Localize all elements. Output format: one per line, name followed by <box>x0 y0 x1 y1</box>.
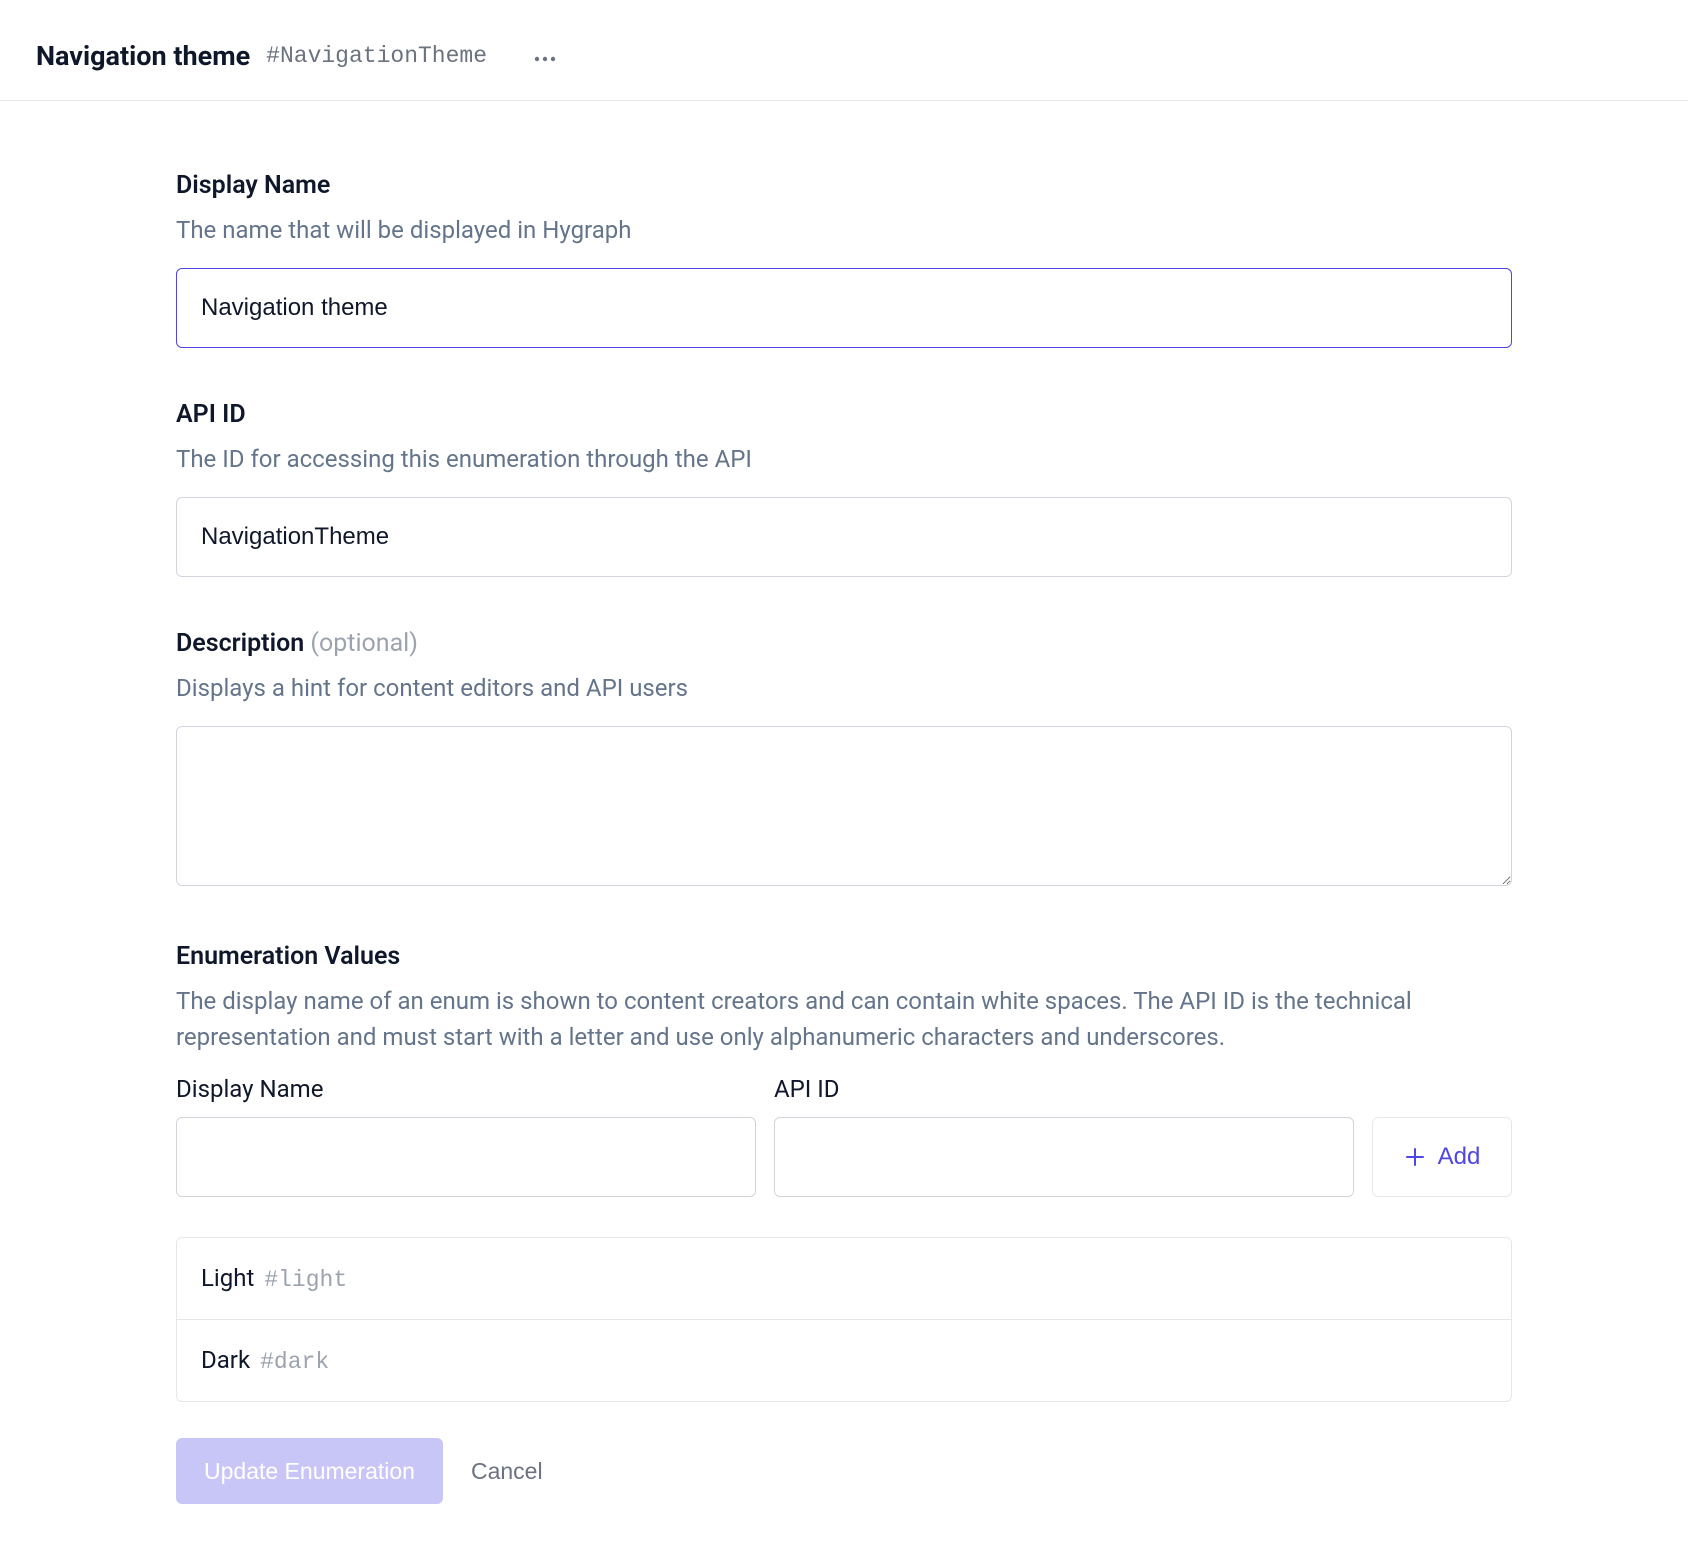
description-label-text: Description <box>176 629 310 658</box>
display-name-label: Display Name <box>176 171 1512 200</box>
enum-values-help: The display name of an enum is shown to … <box>176 983 1512 1055</box>
more-options-button[interactable] <box>531 42 559 70</box>
api-id-help: The ID for accessing this enumeration th… <box>176 441 1512 477</box>
field-description: Description (optional) Displays a hint f… <box>176 629 1512 890</box>
field-display-name: Display Name The name that will be displ… <box>176 171 1512 348</box>
form-content: Display Name The name that will be displ… <box>176 101 1512 1562</box>
add-enum-value-label: Add <box>1438 1143 1481 1171</box>
enum-inputs-row: Display Name API ID Add <box>176 1075 1512 1197</box>
enum-value-row[interactable]: Dark #dark <box>177 1320 1511 1401</box>
cancel-button[interactable]: Cancel <box>471 1458 543 1485</box>
enum-value-row[interactable]: Light #light <box>177 1238 1511 1320</box>
update-enumeration-button[interactable]: Update Enumeration <box>176 1438 443 1504</box>
display-name-input[interactable] <box>176 268 1512 348</box>
field-api-id: API ID The ID for accessing this enumera… <box>176 400 1512 577</box>
plus-icon <box>1404 1146 1426 1168</box>
enum-api-id-input[interactable] <box>774 1117 1354 1197</box>
form-actions: Update Enumeration Cancel <box>176 1438 1512 1504</box>
enum-value-id: #light <box>264 1267 347 1293</box>
enum-add-col: Add <box>1372 1075 1512 1197</box>
page-api-id-hash: #NavigationTheme <box>266 43 487 69</box>
enum-values-title: Enumeration Values <box>176 942 1512 971</box>
description-input[interactable] <box>176 726 1512 886</box>
description-help: Displays a hint for content editors and … <box>176 670 1512 706</box>
more-horizontal-icon <box>534 47 556 66</box>
api-id-input[interactable] <box>176 497 1512 577</box>
description-label: Description (optional) <box>176 629 1512 658</box>
enum-api-id-col: API ID <box>774 1075 1354 1197</box>
api-id-label: API ID <box>176 400 1512 429</box>
page-title: Navigation theme <box>36 40 250 72</box>
enum-api-id-col-label: API ID <box>774 1075 1354 1103</box>
enum-value-id: #dark <box>260 1349 329 1375</box>
description-optional-text: (optional) <box>310 629 418 658</box>
page-header: Navigation theme #NavigationTheme <box>0 0 1688 101</box>
display-name-help: The name that will be displayed in Hygra… <box>176 212 1512 248</box>
enum-value-name: Light <box>201 1264 254 1292</box>
enum-display-name-col: Display Name <box>176 1075 756 1197</box>
enum-display-name-col-label: Display Name <box>176 1075 756 1103</box>
enum-add-col-spacer <box>1372 1075 1512 1103</box>
field-enum-values: Enumeration Values The display name of a… <box>176 942 1512 1504</box>
add-enum-value-button[interactable]: Add <box>1372 1117 1512 1197</box>
enum-value-name: Dark <box>201 1346 250 1374</box>
enum-values-list: Light #light Dark #dark <box>176 1237 1512 1402</box>
enum-display-name-input[interactable] <box>176 1117 756 1197</box>
